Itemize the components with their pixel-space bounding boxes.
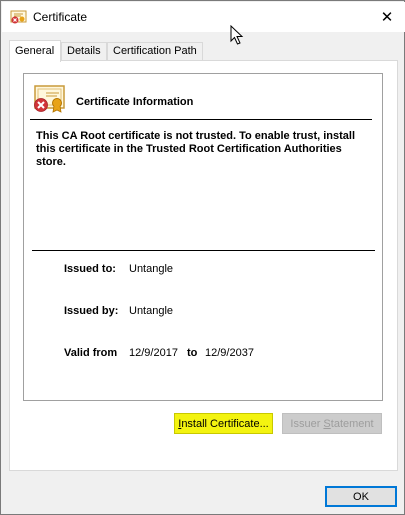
install-certificate-label: Install Certificate... (178, 418, 268, 430)
install-certificate-button[interactable]: Install Certificate... (174, 413, 273, 434)
valid-from-label: Valid from (64, 347, 118, 359)
tab-details-label: Details (67, 45, 101, 57)
certificate-info-header: Certificate Information (76, 96, 194, 108)
issued-by-value: Untangle (129, 305, 174, 317)
certificate-error-icon (34, 85, 65, 113)
issued-to-label: Issued to: (64, 263, 116, 275)
mouse-cursor-icon (230, 25, 244, 45)
valid-from-value: 12/9/2017 (129, 347, 178, 359)
issuer-statement-label: Issuer Statement (290, 418, 373, 430)
tab-general-label: General (15, 45, 55, 57)
certificate-dialog: Certificate ✕ General Details Certificat… (0, 0, 405, 515)
tab-details[interactable]: Details (61, 42, 107, 60)
header-divider (30, 119, 372, 120)
tab-certification-path[interactable]: Certification Path (107, 42, 203, 60)
issuer-statement-button[interactable]: Issuer Statement (282, 413, 382, 434)
trust-warning-message: This CA Root certificate is not trusted.… (36, 130, 356, 168)
issuer-label-rest: tatement (330, 417, 374, 430)
close-button[interactable]: ✕ (375, 6, 399, 28)
certificate-info-box: Certificate Information This CA Root cer… (23, 73, 383, 401)
issued-by-label: Issued by: (64, 305, 119, 317)
window-title: Certificate (33, 10, 88, 24)
issued-to-value: Untangle (129, 263, 174, 275)
tab-general[interactable]: General (9, 40, 61, 62)
tab-certification-path-label: Certification Path (113, 45, 197, 57)
details-divider (32, 250, 375, 251)
ok-button[interactable]: OK (325, 486, 397, 507)
title-bar[interactable]: Certificate ✕ (2, 2, 405, 32)
install-label-rest: nstall Certificate... (181, 417, 269, 430)
valid-to-label: to (187, 347, 198, 359)
issuer-accelerator: S (323, 417, 331, 430)
issuer-label-prefix: Issuer (290, 417, 324, 430)
ok-label: OK (353, 490, 369, 503)
valid-to-value: 12/9/2037 (205, 347, 254, 359)
close-icon: ✕ (380, 9, 394, 26)
certificate-icon (10, 10, 27, 24)
